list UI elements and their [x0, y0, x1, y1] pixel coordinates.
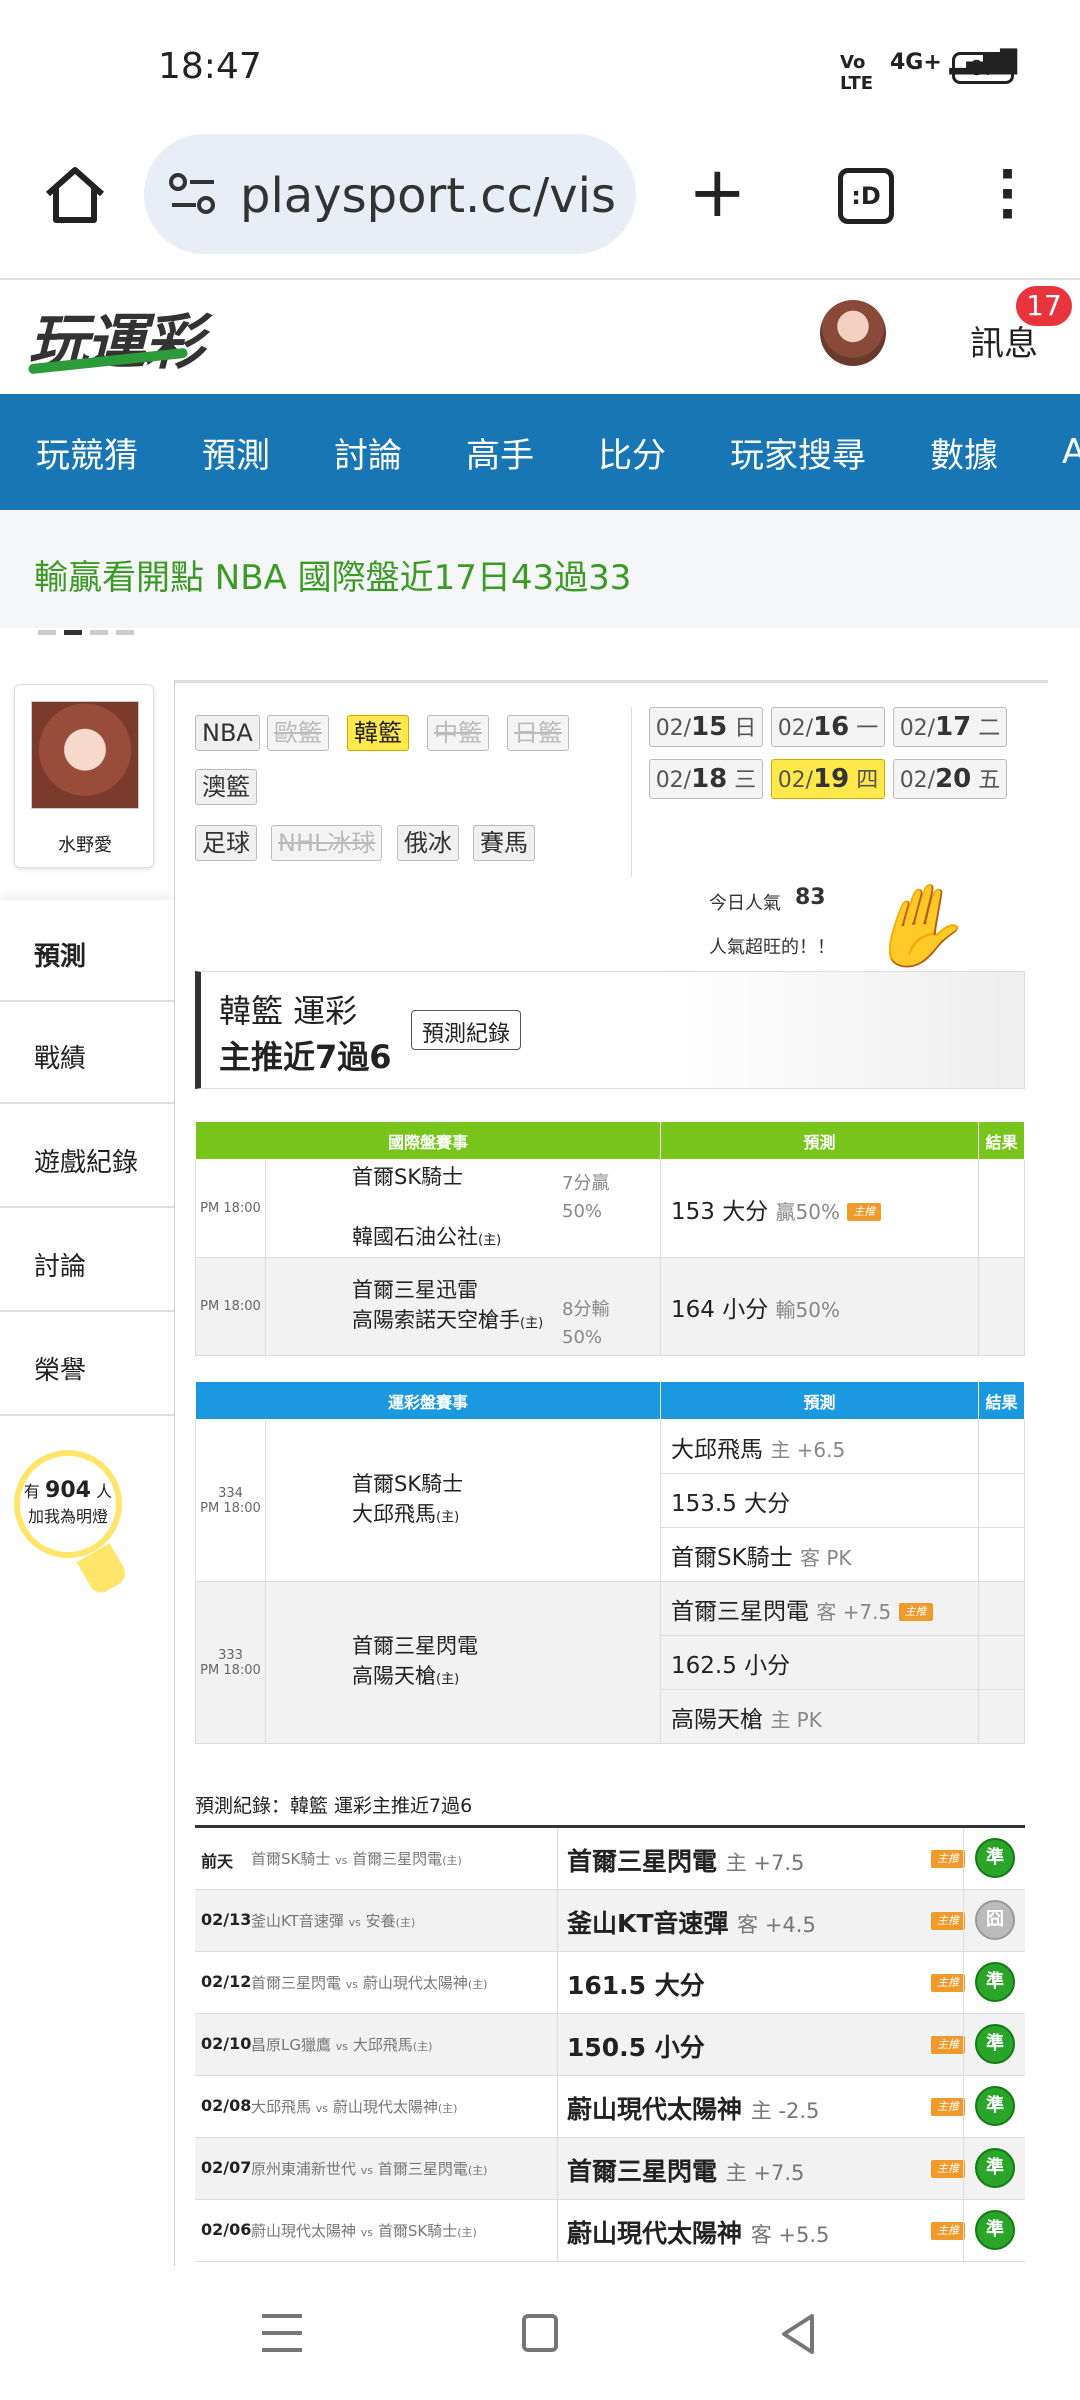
news-marquee: 輸贏看開點 NBA 國際盤近17日43過33 — [0, 510, 1080, 635]
url-field[interactable]: playsport.cc/visit — [144, 134, 636, 254]
intl-table: 國際盤賽事 預測 結果 PM 18:00 首爾SK騎士 韓國石油公社(主) 7分贏 50… — [195, 1121, 1025, 1356]
status-bar: 18:47 Vo LTE 4G+ ▂▄▆█ 87 — [0, 0, 1080, 120]
result-badge: 準 — [975, 2148, 1015, 2188]
date-tab-selected[interactable]: 02/19 四 — [771, 759, 885, 799]
home-icon[interactable] — [40, 160, 110, 230]
record-label: 預測紀錄：韓籃 運彩主推近7過6 — [195, 1795, 473, 1817]
battery-icon: 87 — [952, 52, 1014, 84]
league-tab: 歐籃 — [267, 715, 329, 751]
league-tab[interactable]: 足球 — [195, 825, 257, 861]
sidebar-item-discussion[interactable]: 討論 — [0, 1210, 174, 1312]
browser-toolbar: playsport.cc/visit + :D · · · — [0, 120, 1080, 280]
sidebar-item-honor[interactable]: 榮譽 — [0, 1314, 174, 1416]
record-row: 02/10 昌原LG獵鷹 vs 大邱飛馬(主) 150.5 小分 主推準 — [195, 2014, 1025, 2076]
user-avatar[interactable] — [820, 300, 886, 366]
new-tab-icon[interactable]: + — [688, 157, 747, 227]
record-row: 02/06 蔚山現代太陽神 vs 首爾SK騎士(主) 蔚山現代太陽神 客 +5.5 主… — [195, 2200, 1025, 2262]
main-nav: 玩競猜 預測 討論 高手 比分 玩家搜尋 數據 APP — [0, 394, 1080, 510]
league-tab: NHL冰球 — [271, 825, 383, 861]
record-list: 前天 首爾SK騎士 vs 首爾三星閃電(主) 首爾三星閃電 主 +7.5 主推準 02… — [195, 1825, 1025, 2262]
result-badge: 準 — [975, 1962, 1015, 2002]
home-button-icon[interactable] — [522, 2314, 558, 2352]
league-tab: 中籃 — [427, 715, 489, 751]
date-tab[interactable]: 02/17 二 — [893, 707, 1007, 747]
marquee-text[interactable]: 輸贏看開點 NBA 國際盤近17日43過33 — [34, 550, 631, 599]
nav-item[interactable]: 高手 — [430, 428, 562, 477]
back-icon[interactable] — [778, 2312, 818, 2360]
follow-bulb[interactable]: 有 904 人加我為明燈 — [14, 1450, 122, 1558]
profile-name[interactable]: 水野愛 — [15, 831, 155, 857]
league-tab[interactable]: 賽馬 — [473, 825, 535, 861]
result-badge: 準 — [975, 2024, 1015, 2064]
featured-badge: 主推 — [898, 1603, 933, 1621]
carousel-dots — [38, 620, 142, 639]
prediction-record-button[interactable]: 預測紀錄 — [411, 1010, 522, 1050]
nav-item[interactable]: 預測 — [166, 428, 298, 477]
status-time: 18:47 — [158, 46, 262, 87]
profile-avatar[interactable] — [31, 701, 139, 809]
result-badge: 囧 — [975, 1900, 1015, 1940]
profile-card[interactable]: 水野愛 — [14, 684, 154, 868]
record-row: 前天 首爾SK騎士 vs 首爾三星閃電(主) 首爾三星閃電 主 +7.5 主推準 — [195, 1828, 1025, 1890]
system-nav-bar — [0, 2266, 1080, 2400]
league-tab[interactable]: NBA — [195, 715, 260, 751]
prediction-content: NBA 歐籃 韓籃 中籃 日籃 澳籃 足球 NHL冰球 俄冰 賽馬 02/15 … — [174, 680, 1048, 2266]
site-logo[interactable]: 玩運彩 — [27, 294, 204, 381]
volte-icon: Vo LTE — [840, 52, 874, 94]
site-settings-icon[interactable] — [168, 172, 218, 216]
table-row: PM 18:00 首爾三星迅雷 高陽索諾天空槍手(主) 8分輸 50% 164 小分… — [195, 1257, 1025, 1356]
record-row: 02/12 首爾三星閃電 vs 蔚山現代太陽神(主) 161.5 大分 主推準 — [195, 1952, 1025, 2014]
result-badge: 準 — [975, 1838, 1015, 1878]
record-row: 02/07 原州東浦新世代 vs 首爾三星閃電(主) 首爾三星閃電 主 +7.5 主推… — [195, 2138, 1025, 2200]
popularity-value: 83 — [795, 885, 826, 910]
popularity-label: 今日人氣 — [709, 893, 781, 914]
date-tab[interactable]: 02/15 日 — [649, 707, 763, 747]
tab-switcher-button[interactable]: :D — [838, 168, 894, 224]
league-tab[interactable]: 俄冰 — [397, 825, 459, 861]
table-row: PM 18:00 首爾SK騎士 韓國石油公社(主) 7分贏 50% 153 大分 贏… — [195, 1159, 1025, 1258]
more-menu-icon[interactable]: · · · — [998, 149, 1017, 239]
site-header: 玩運彩 訊息 17 — [0, 280, 1080, 394]
url-text: playsport.cc/visit — [240, 168, 620, 224]
popularity-note: 人氣超旺的！！ — [709, 937, 835, 958]
result-badge: 準 — [975, 2086, 1015, 2126]
recents-icon[interactable] — [262, 2314, 302, 2352]
nav-item[interactable]: APP — [1026, 432, 1080, 472]
sidebar-item-record[interactable]: 戰績 — [0, 1002, 174, 1104]
profile-sidebar: 水野愛 預測 戰績 遊戲紀錄 討論 榮譽 有 904 人加我為明燈 — [0, 680, 174, 2266]
sport-table: 運彩盤賽事 預測 結果 334 PM 18:00 首爾SK騎士 大邱飛馬(主) 大邱飛馬… — [195, 1381, 1025, 1744]
nav-item[interactable]: 玩家搜尋 — [694, 428, 894, 477]
nav-item[interactable]: 數據 — [894, 428, 1026, 477]
result-badge: 準 — [975, 2210, 1015, 2250]
prediction-title: 韓籃 運彩 主推近7過6 預測紀錄 — [195, 971, 1025, 1089]
date-tab[interactable]: 02/16 一 — [771, 707, 885, 747]
league-tab-selected[interactable]: 韓籃 — [347, 715, 409, 751]
nav-item[interactable]: 討論 — [298, 428, 430, 477]
sidebar-item-predict[interactable]: 預測 — [0, 900, 174, 1002]
mascot-watermark: ✋ — [865, 879, 965, 972]
date-tab[interactable]: 02/20 五 — [893, 759, 1007, 799]
nav-item[interactable]: 比分 — [562, 428, 694, 477]
message-count-badge: 17 — [1016, 286, 1072, 326]
nav-item[interactable]: 玩競猜 — [0, 428, 166, 477]
league-tab[interactable]: 澳籃 — [195, 769, 257, 805]
sidebar-item-game-log[interactable]: 遊戲紀錄 — [0, 1106, 174, 1208]
date-tab[interactable]: 02/18 三 — [649, 759, 763, 799]
league-tab: 日籃 — [507, 715, 569, 751]
record-row: 02/13 釜山KT音速彈 vs 安養(主) 釜山KT音速彈 客 +4.5 主推囧 — [195, 1890, 1025, 1952]
featured-badge: 主推 — [847, 1203, 882, 1221]
record-row: 02/08 大邱飛馬 vs 蔚山現代太陽神(主) 蔚山現代太陽神 主 -2.5 主推準 — [195, 2076, 1025, 2138]
